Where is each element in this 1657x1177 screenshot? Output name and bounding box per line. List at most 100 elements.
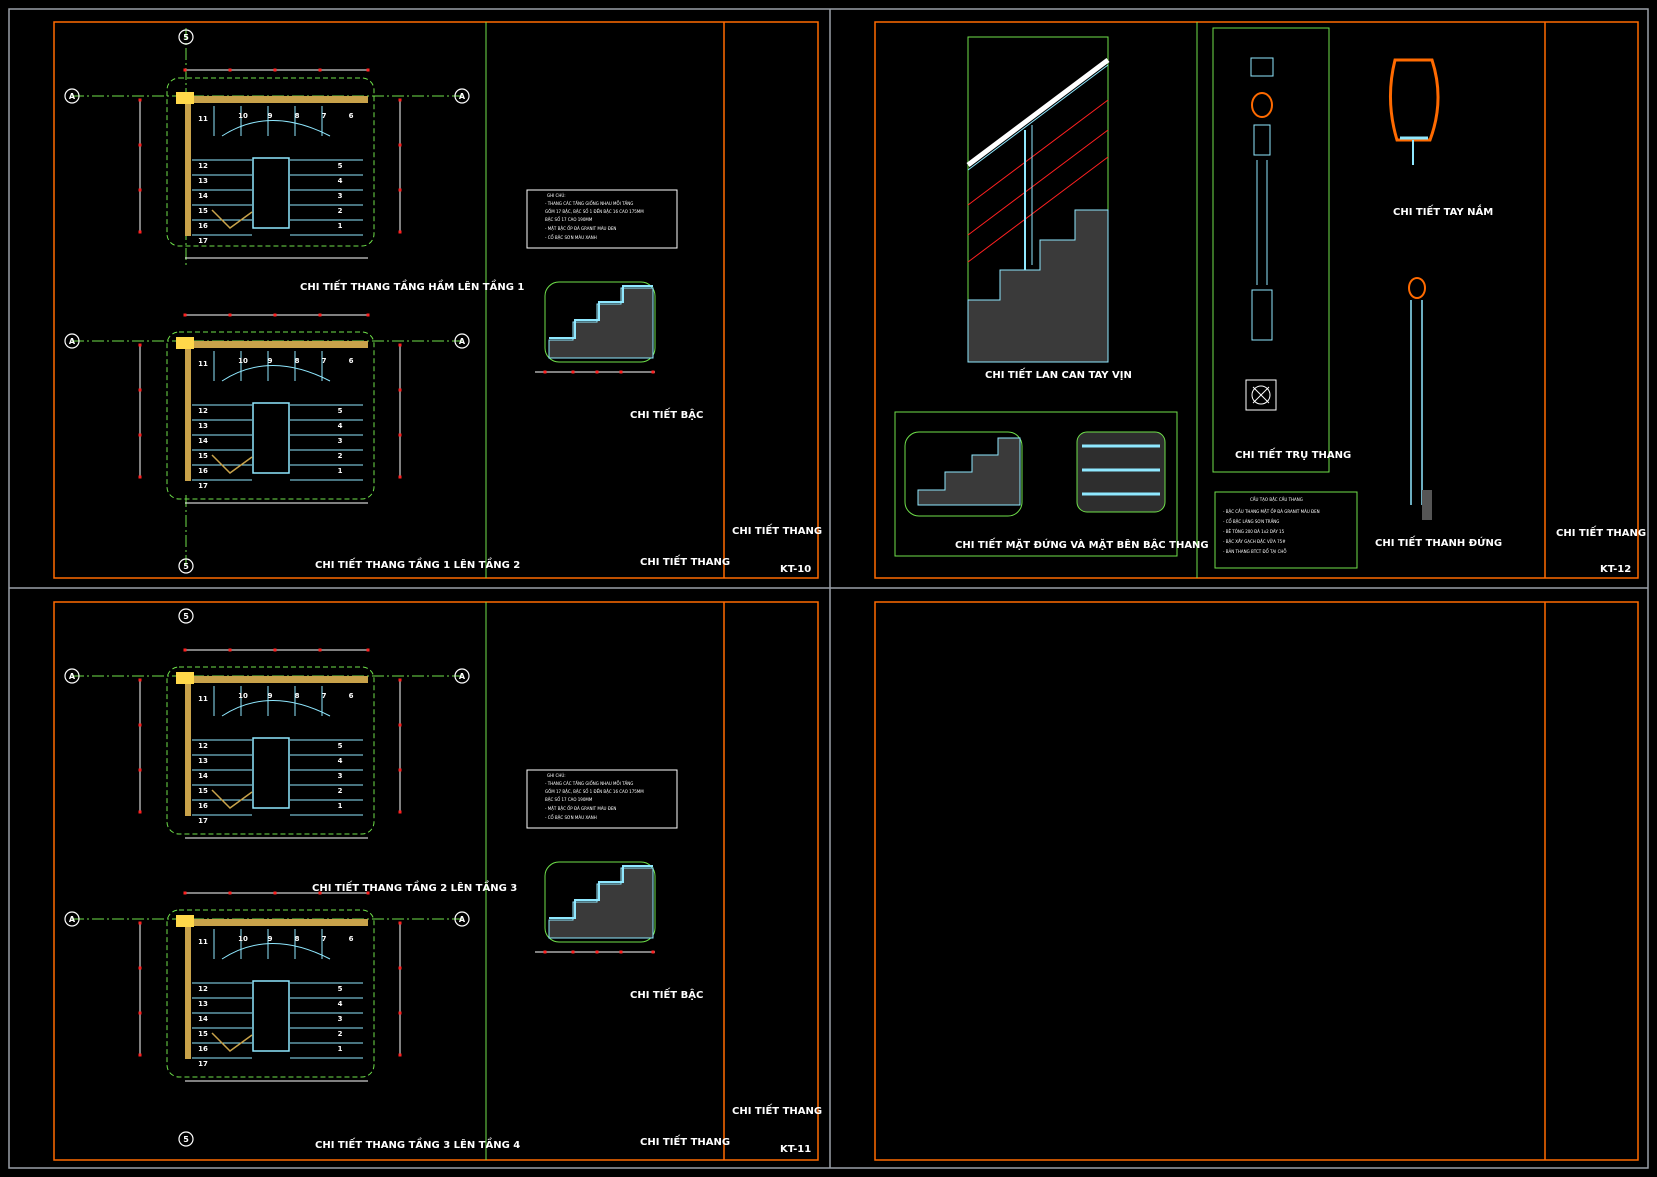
step-number: 11: [198, 360, 208, 368]
wall-top: [185, 96, 368, 103]
step-number: 15: [198, 787, 208, 795]
step-number: 9: [268, 112, 273, 120]
dimension-tick: [398, 768, 402, 772]
dimension-tick: [595, 370, 599, 374]
dimension-tick: [398, 678, 402, 682]
step-number: 8: [295, 935, 300, 943]
note-line: BẬC SỐ 17 CAO 190MM: [545, 797, 593, 802]
step-number: 11: [198, 938, 208, 946]
grid-axis-label: A: [459, 337, 466, 346]
step-number: 2: [338, 787, 343, 795]
step-number: 10: [238, 935, 248, 943]
cad-drawing-canvas: A A51112131415161710 9 8 7 654321 A A511121314…: [0, 0, 1657, 1177]
dimension-tick: [595, 950, 599, 954]
dimension-tick: [619, 950, 623, 954]
dimension-tick: [138, 810, 142, 814]
dimension-tick: [318, 68, 322, 72]
step-number: 16: [198, 467, 208, 475]
dimension-tick: [398, 433, 402, 437]
grid-axis-label: 5: [183, 612, 189, 621]
step-number: 13: [198, 177, 208, 185]
dimension-tick: [398, 810, 402, 814]
dimension-tick: [228, 891, 232, 895]
step-number: 6: [349, 357, 354, 365]
notes-heading: GHI CHÚ:: [547, 193, 566, 198]
dimension-tick: [183, 68, 187, 72]
dimension-tick: [651, 370, 655, 374]
grid-axis-label: A: [459, 92, 466, 101]
dimension-tick: [571, 950, 575, 954]
dimension-tick: [183, 313, 187, 317]
column: [176, 915, 194, 927]
grid-axis-label: A: [459, 915, 466, 924]
step-number: 1: [338, 1045, 343, 1053]
note-line: - MẶT BẬC ỐP ĐÁ GRANIT MÀU ĐEN: [545, 226, 616, 231]
dimension-tick: [398, 966, 402, 970]
step-number: 1: [338, 467, 343, 475]
dimension-tick: [138, 475, 142, 479]
structure-line: - BẬC CẦU THANG MẶT ỐP ĐÁ GRANIT MÀU ĐEN: [1223, 509, 1320, 514]
dimension-tick: [138, 388, 142, 392]
step-number: 3: [338, 1015, 343, 1023]
note-line: - CỔ BẬC SƠN MÀU XANH: [545, 815, 597, 820]
dimension-tick: [138, 1011, 142, 1015]
step-number: 12: [198, 407, 208, 415]
step-number: 6: [349, 692, 354, 700]
step-number: 2: [338, 1030, 343, 1038]
note-line: - CỔ BẬC SƠN MÀU XANH: [545, 235, 597, 240]
dimension-tick: [138, 230, 142, 234]
step-number: 6: [349, 112, 354, 120]
dimension-tick: [366, 648, 370, 652]
step-number: 15: [198, 1030, 208, 1038]
step-number: 16: [198, 222, 208, 230]
column: [176, 672, 194, 684]
step-number: 7: [322, 935, 327, 943]
column: [176, 337, 194, 349]
step-number: 11: [198, 115, 208, 123]
dimension-tick: [398, 230, 402, 234]
structure-line: - BẬC XÂY GẠCH ĐẶC VỮA 75#: [1223, 539, 1286, 544]
grid-axis-label: 5: [183, 1135, 189, 1144]
step-number: 9: [268, 692, 273, 700]
step-number: 2: [338, 207, 343, 215]
dimension-tick: [138, 188, 142, 192]
wall-top: [185, 341, 368, 348]
step-number: 7: [322, 357, 327, 365]
dimension-tick: [228, 313, 232, 317]
step-number: 4: [338, 1000, 343, 1008]
note-line: - THANG CÁC TẦNG GIỐNG NHAU MỖI TẦNG: [545, 781, 633, 786]
wall-top: [185, 676, 368, 683]
step-number: 4: [338, 177, 343, 185]
step-number: 8: [295, 357, 300, 365]
step-number: 10: [238, 112, 248, 120]
step-number: 12: [198, 742, 208, 750]
dimension-tick: [398, 98, 402, 102]
dimension-tick: [138, 966, 142, 970]
dimension-tick: [228, 648, 232, 652]
dimension-tick: [651, 950, 655, 954]
dimension-tick: [183, 648, 187, 652]
structure-heading: CẤU TẠO BẬC CẦU THANG: [1250, 497, 1303, 502]
wall-left: [185, 341, 191, 481]
dimension-tick: [619, 370, 623, 374]
dimension-tick: [398, 1011, 402, 1015]
dimension-tick: [273, 313, 277, 317]
dimension-tick: [228, 68, 232, 72]
wall-top: [185, 919, 368, 926]
note-line: BẬC SỐ 17 CAO 190MM: [545, 217, 593, 222]
step-number: 15: [198, 452, 208, 460]
sheet-number: KT-12: [1600, 564, 1631, 575]
step-number: 10: [238, 692, 248, 700]
step-number: 17: [198, 817, 208, 825]
step-number: 13: [198, 422, 208, 430]
step-number: 5: [338, 407, 343, 415]
step-number: 14: [198, 1015, 208, 1023]
step-number: 3: [338, 437, 343, 445]
step-number: 7: [322, 692, 327, 700]
grid-axis-label: A: [69, 337, 76, 346]
structure-line: - BẢN THANG BTCT ĐỔ TẠI CHỖ: [1223, 549, 1287, 554]
step-number: 5: [338, 742, 343, 750]
dimension-tick: [138, 1053, 142, 1057]
step-number: 17: [198, 237, 208, 245]
dimension-tick: [138, 98, 142, 102]
